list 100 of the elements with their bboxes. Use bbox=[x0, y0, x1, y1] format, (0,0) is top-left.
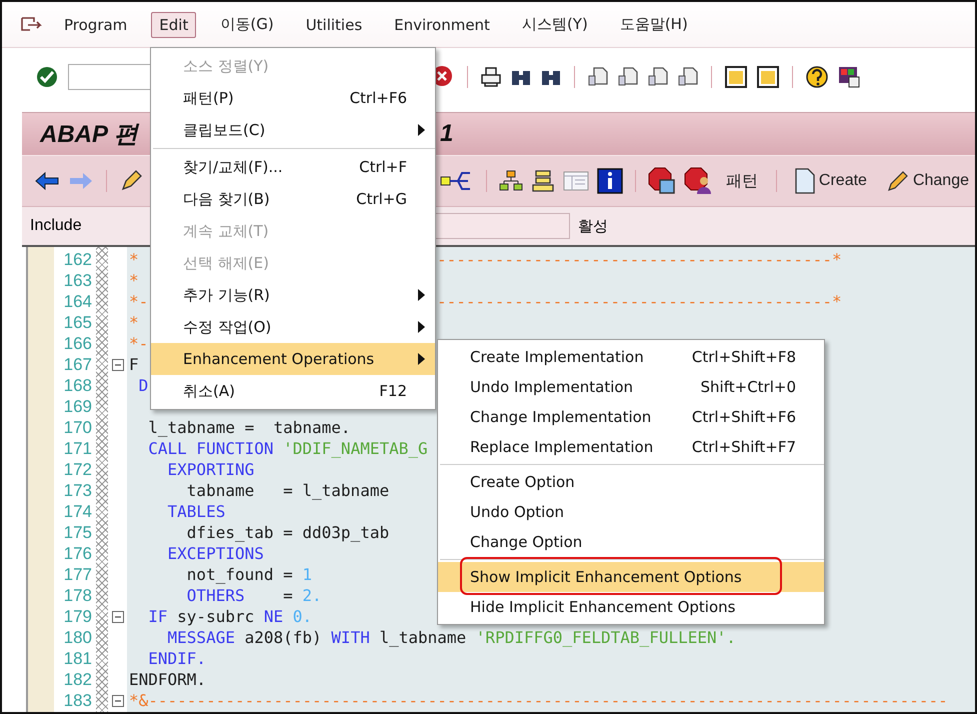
window-icon[interactable] bbox=[756, 65, 780, 89]
code-line: * bbox=[128, 271, 139, 290]
menu-item[interactable]: Utilities bbox=[298, 12, 370, 38]
menu-entry[interactable]: 추가 기능(R) bbox=[151, 279, 435, 311]
stop-sign-icon[interactable] bbox=[684, 167, 712, 195]
code-line: dfies_tab = dd03p_tab bbox=[186, 523, 390, 542]
document-icon bbox=[794, 168, 815, 194]
menu-entry[interactable]: Undo Option bbox=[438, 497, 824, 527]
collapse-icon[interactable] bbox=[112, 610, 124, 622]
code-line: EXPORTING bbox=[166, 460, 254, 479]
line-number: 176 bbox=[62, 544, 93, 564]
menu-entry[interactable]: 수정 작업(O) bbox=[151, 311, 435, 343]
line-number: 164 bbox=[62, 292, 93, 312]
menu-entry[interactable]: Change Implementation Ctrl+Shift+F6 bbox=[438, 402, 824, 432]
include-label: Include bbox=[29, 217, 83, 235]
pencil-icon bbox=[886, 170, 909, 192]
code-line: D bbox=[138, 376, 148, 395]
menu-item[interactable]: Environment bbox=[386, 12, 498, 38]
window-icon[interactable] bbox=[724, 65, 748, 89]
window-menu-icon[interactable] bbox=[20, 16, 42, 34]
back-arrow-icon[interactable] bbox=[34, 171, 60, 191]
page-icon[interactable] bbox=[677, 66, 699, 88]
menu-entry[interactable]: Replace Implementation Ctrl+Shift+F7 bbox=[438, 432, 824, 462]
hierarchy-icon[interactable] bbox=[498, 169, 523, 193]
stop-sign-icon[interactable] bbox=[648, 167, 676, 195]
menu-entry[interactable]: 패턴(P) Ctrl+F6 bbox=[151, 82, 435, 114]
line-number: 180 bbox=[62, 628, 93, 648]
menu-item[interactable]: Edit bbox=[151, 12, 196, 38]
code-line: l_tabname = tabname. bbox=[147, 418, 351, 437]
menu-entry[interactable]: Enhancement Operations bbox=[151, 343, 435, 375]
comment-rule-text: -----------------------------------------* bbox=[437, 250, 842, 269]
menu-entry[interactable]: Undo Implementation Shift+Ctrl+0 bbox=[438, 372, 824, 402]
line-number: 162 bbox=[62, 250, 93, 270]
page-icon[interactable] bbox=[617, 66, 639, 88]
info-icon[interactable] bbox=[596, 168, 623, 194]
screen-title: 1 bbox=[440, 120, 454, 148]
line-number: 163 bbox=[62, 270, 93, 290]
line-number: 170 bbox=[62, 418, 93, 438]
shortcut-text: Shift+Ctrl+0 bbox=[700, 378, 796, 396]
menu-item[interactable]: 시스템(Y) bbox=[514, 11, 596, 38]
menu-entry[interactable]: Change Option bbox=[438, 527, 824, 557]
create-button[interactable]: Create bbox=[788, 168, 873, 194]
monitor-icon[interactable] bbox=[837, 65, 861, 89]
line-number: 182 bbox=[62, 670, 93, 690]
line-number: 178 bbox=[62, 586, 93, 606]
check-icon[interactable] bbox=[36, 66, 58, 88]
code-line: TABLES bbox=[166, 502, 226, 521]
line-number: 165 bbox=[62, 312, 93, 332]
shortcut-text: Ctrl+Shift+F7 bbox=[692, 438, 796, 456]
menu-entry[interactable]: Hide Implicit Enhancement Options bbox=[438, 592, 824, 622]
change-button[interactable]: Change bbox=[880, 170, 975, 192]
code-line: F bbox=[128, 355, 139, 374]
shortcut-text: Ctrl+F bbox=[359, 158, 407, 176]
page-icon[interactable] bbox=[647, 66, 669, 88]
line-number: 174 bbox=[62, 502, 93, 522]
toolbar-button[interactable]: 패턴 bbox=[720, 170, 764, 192]
menu-entry[interactable]: Create Implementation Ctrl+Shift+F8 bbox=[438, 342, 824, 372]
pencil-icon[interactable] bbox=[119, 169, 143, 193]
collapse-icon[interactable] bbox=[112, 694, 124, 706]
code-line: * bbox=[128, 250, 139, 269]
line-number: 171 bbox=[62, 438, 93, 458]
menu-item[interactable]: Program bbox=[56, 12, 136, 38]
menu-entry[interactable]: 취소(A) F12 bbox=[151, 375, 435, 407]
printer-icon[interactable] bbox=[480, 66, 502, 88]
code-line: ENDFORM. bbox=[128, 670, 206, 689]
line-number: 166 bbox=[62, 334, 93, 354]
line-number: 172 bbox=[62, 460, 93, 480]
shortcut-text: Ctrl+G bbox=[356, 190, 407, 208]
code-line: *&----------------------------------------------------------------------------------- bbox=[128, 691, 948, 710]
status-text: 활성 bbox=[578, 216, 608, 236]
line-number: 169 bbox=[62, 396, 93, 416]
code-line: * bbox=[128, 313, 139, 332]
menu-entry[interactable]: 클립보드(C) bbox=[151, 114, 435, 146]
code-line: MESSAGE a208(fb) WITH l_tabname 'RPDIFFG0_FELDTAB_FULLEEN'. bbox=[166, 628, 736, 647]
help-icon[interactable] bbox=[805, 65, 829, 89]
menu-item[interactable]: 이동(G) bbox=[212, 11, 282, 38]
code-line: *- bbox=[128, 292, 148, 311]
collapse-icon[interactable] bbox=[112, 358, 124, 370]
page-icon[interactable] bbox=[587, 66, 609, 88]
menu-entry[interactable]: 찾기/교체(F)... Ctrl+F bbox=[151, 151, 435, 183]
code-line: CALL FUNCTION 'DDIF_NAMETAB_G bbox=[147, 439, 428, 458]
shortcut-text: Ctrl+Shift+F6 bbox=[692, 408, 796, 426]
line-number: 177 bbox=[62, 564, 93, 584]
code-line: *- bbox=[128, 334, 148, 353]
menu-entry[interactable]: 다음 찾기(B) Ctrl+G bbox=[151, 183, 435, 215]
shortcut-text: Ctrl+Shift+F8 bbox=[692, 348, 796, 366]
screen-title: ABAP 편 bbox=[40, 120, 138, 150]
menu-item[interactable]: 도움말(H) bbox=[612, 11, 696, 38]
stack-icon[interactable] bbox=[530, 169, 555, 193]
list-icon[interactable] bbox=[562, 170, 589, 192]
line-number: 179 bbox=[62, 606, 93, 626]
code-line: EXCEPTIONS bbox=[166, 544, 264, 563]
line-number: 175 bbox=[62, 522, 93, 542]
code-line: not_found = 1 bbox=[186, 565, 312, 584]
code-line: OTHERS = 2. bbox=[186, 586, 322, 605]
line-number: 173 bbox=[62, 480, 93, 500]
line-number: 183 bbox=[62, 690, 93, 710]
menu-entry[interactable]: Create Option bbox=[438, 467, 824, 497]
line-number: 168 bbox=[62, 376, 93, 396]
shortcut-text: F12 bbox=[379, 382, 407, 400]
